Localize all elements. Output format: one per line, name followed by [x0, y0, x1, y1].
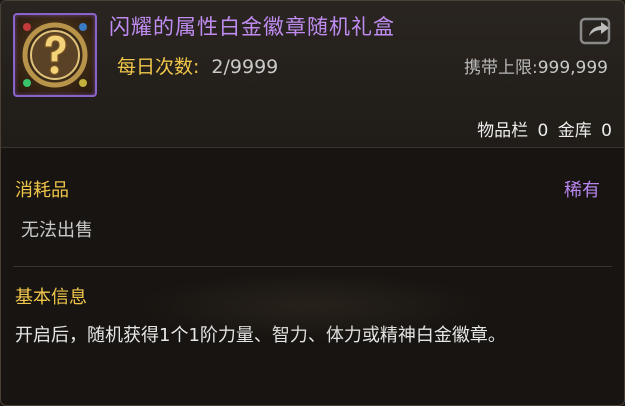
share-icon[interactable] — [579, 15, 613, 45]
daily-usage-value: 2/9999 — [211, 56, 279, 78]
item-icon-frame — [13, 13, 97, 97]
item-tooltip: 闪耀的属性白金徽章随机礼盒 每日次数: 2/9999 携带上限:999,999 物… — [0, 0, 625, 406]
sell-status: 无法出售 — [21, 220, 93, 241]
item-type: 消耗品 — [15, 180, 69, 201]
carry-limit-value: 999,999 — [537, 58, 608, 78]
vault-label: 金库 — [557, 121, 592, 141]
basic-info-title: 基本信息 — [15, 287, 87, 308]
vault-count: 0 — [601, 121, 612, 141]
storage-counts: 物品栏 0 金库 0 — [473, 116, 612, 141]
daily-usage-label: 每日次数: — [117, 56, 200, 78]
bag-label: 物品栏 — [477, 121, 529, 141]
rarity-badge: 稀有 — [564, 180, 600, 201]
carry-limit: 携带上限:999,999 — [464, 53, 608, 78]
daily-usage: 每日次数: 2/9999 — [117, 52, 278, 79]
item-name: 闪耀的属性白金徽章随机礼盒 — [109, 15, 395, 39]
background-decoration — [131, 271, 491, 341]
bag-count: 0 — [537, 121, 549, 141]
mystery-box-icon — [22, 22, 88, 88]
carry-limit-label: 携带上限: — [463, 58, 538, 78]
tooltip-header: 闪耀的属性白金徽章随机礼盒 每日次数: 2/9999 携带上限:999,999 物… — [1, 1, 624, 148]
item-category-section: 消耗品 稀有 无法出售 — [1, 148, 624, 268]
